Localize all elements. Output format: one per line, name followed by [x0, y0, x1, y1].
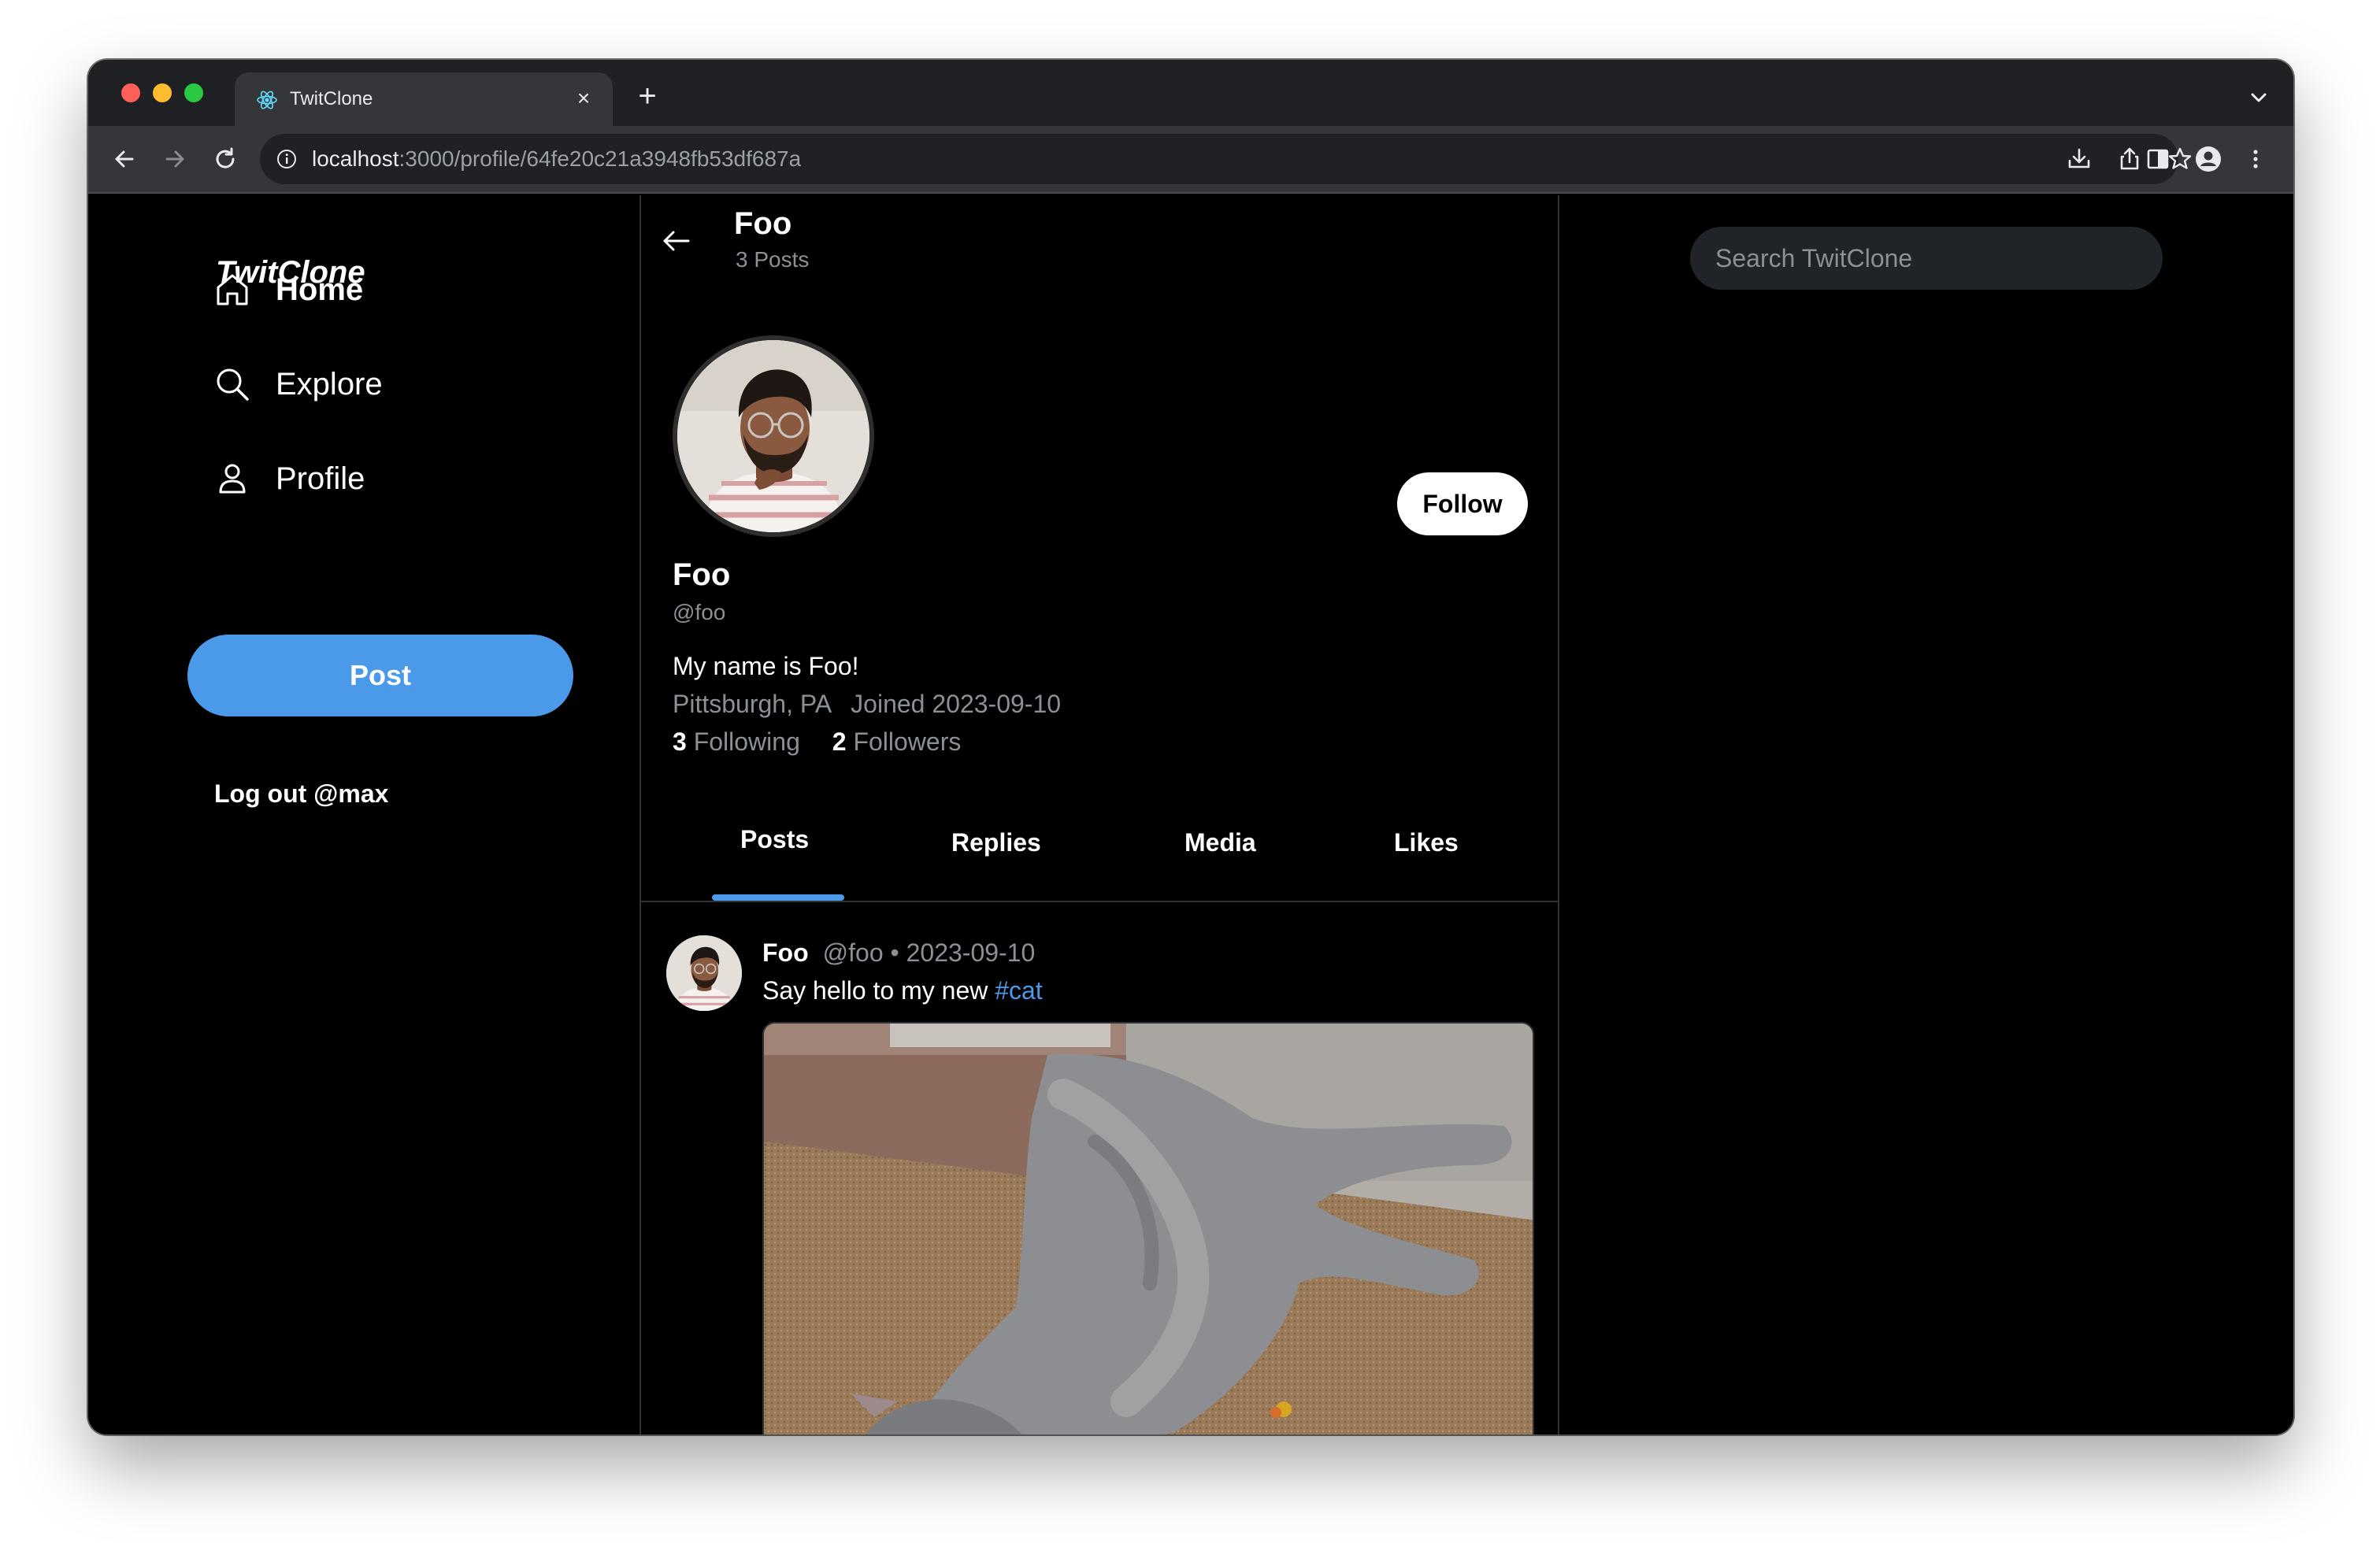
post-hashtag-link[interactable]: #cat — [995, 976, 1042, 1005]
tab-likes[interactable]: Likes — [1394, 828, 1459, 857]
tab-close-icon[interactable]: × — [572, 87, 595, 110]
search-input[interactable] — [1690, 227, 2163, 290]
follow-button[interactable]: Follow — [1397, 472, 1528, 535]
tab-posts[interactable]: Posts — [740, 825, 809, 854]
install-app-icon[interactable] — [2063, 143, 2095, 175]
close-window-button[interactable] — [121, 83, 140, 102]
left-sidebar: TwitClone Home Explore Profile Post Log … — [88, 195, 639, 1434]
post-header: Foo @foo • 2023-09-10 — [762, 938, 1035, 968]
following-label: Following — [693, 727, 800, 756]
avatar-image — [666, 935, 742, 1011]
followers-link[interactable]: 2 Followers — [832, 727, 962, 756]
nav-item-home[interactable]: Home — [213, 266, 363, 313]
right-sidebar — [1559, 195, 2293, 1434]
cat-photo — [764, 1024, 1533, 1434]
profile-bio: My name is Foo! — [673, 652, 859, 680]
page-content: TwitClone Home Explore Profile Post Log … — [88, 195, 2293, 1434]
tab-title: TwitClone — [290, 88, 373, 109]
avatar-image — [677, 340, 869, 532]
profile-meta: Pittsburgh, PA Joined 2023-09-10 — [673, 690, 1061, 719]
user-icon — [219, 464, 246, 494]
profile-column: Foo 3 Posts Follow Foo @foo My name is F… — [639, 195, 1559, 1434]
profile-tabs: Posts Replies Media Likes — [641, 786, 1558, 902]
nav-item-profile[interactable]: Profile — [213, 455, 365, 502]
side-panel-icon[interactable] — [2142, 143, 2174, 175]
back-arrow-icon[interactable] — [109, 143, 140, 175]
url-path: :3000/profile/64fe20c21a3948fb53df687a — [399, 146, 802, 171]
new-tab-button[interactable]: + — [632, 80, 663, 113]
header-title: Foo — [734, 206, 792, 241]
browser-window: TwitClone × + localhost:3000/profile/64f… — [88, 60, 2293, 1434]
chevron-down-icon[interactable] — [2245, 83, 2273, 112]
profile-location: Pittsburgh, PA — [673, 690, 832, 718]
post-author-name[interactable]: Foo — [762, 938, 809, 967]
browser-tab[interactable]: TwitClone × — [235, 72, 613, 126]
url-text: localhost:3000/profile/64fe20c21a3948fb5… — [312, 146, 801, 172]
following-link[interactable]: 3 Following — [673, 727, 800, 756]
profile-joined: Joined 2023-09-10 — [851, 690, 1062, 718]
profile-avatar-icon[interactable] — [2193, 143, 2224, 175]
profile-handle: @foo — [673, 600, 726, 624]
forward-arrow-icon[interactable] — [159, 143, 191, 175]
following-count: 3 — [673, 727, 687, 756]
home-icon — [217, 274, 248, 305]
tab-media[interactable]: Media — [1184, 828, 1256, 857]
browser-tab-bar: TwitClone × + — [88, 60, 2293, 126]
post-body: Say hello to my new #cat — [762, 976, 1043, 1005]
post-text: Say hello to my new — [762, 976, 995, 1005]
post-item[interactable]: Foo @foo • 2023-09-10 Say hello to my new… — [641, 904, 1558, 1434]
followers-label: Followers — [853, 727, 962, 756]
info-icon[interactable] — [276, 148, 298, 170]
logout-link[interactable]: Log out @max — [214, 779, 388, 809]
url-host: localhost — [312, 146, 399, 171]
nav-label-home: Home — [276, 272, 364, 307]
tab-replies[interactable]: Replies — [951, 828, 1041, 857]
followers-count: 2 — [832, 727, 847, 756]
nav-item-explore[interactable]: Explore — [213, 361, 383, 408]
post-button[interactable]: Post — [187, 635, 573, 716]
reload-icon[interactable] — [209, 143, 241, 175]
profile-avatar — [673, 335, 874, 537]
nav-label-profile: Profile — [276, 461, 365, 496]
header-post-count: 3 Posts — [736, 247, 810, 272]
post-author-avatar[interactable] — [666, 935, 742, 1011]
address-bar[interactable]: localhost:3000/profile/64fe20c21a3948fb5… — [260, 134, 2192, 184]
nav-label-explore: Explore — [276, 366, 383, 402]
post-meta: @foo • 2023-09-10 — [822, 938, 1036, 967]
maximize-window-button[interactable] — [184, 83, 203, 102]
back-arrow-icon[interactable] — [658, 224, 693, 258]
browser-toolbar: localhost:3000/profile/64fe20c21a3948fb5… — [88, 126, 2293, 194]
profile-name: Foo — [673, 557, 731, 592]
kebab-menu-icon[interactable] — [2240, 143, 2271, 175]
react-icon — [257, 91, 277, 109]
post-image[interactable] — [762, 1022, 1534, 1434]
minimize-window-button[interactable] — [153, 83, 172, 102]
search-icon — [217, 368, 249, 401]
share-icon[interactable] — [2114, 143, 2145, 175]
profile-follow-stats: 3 Following 2 Followers — [673, 727, 961, 757]
active-tab-indicator — [712, 894, 844, 901]
